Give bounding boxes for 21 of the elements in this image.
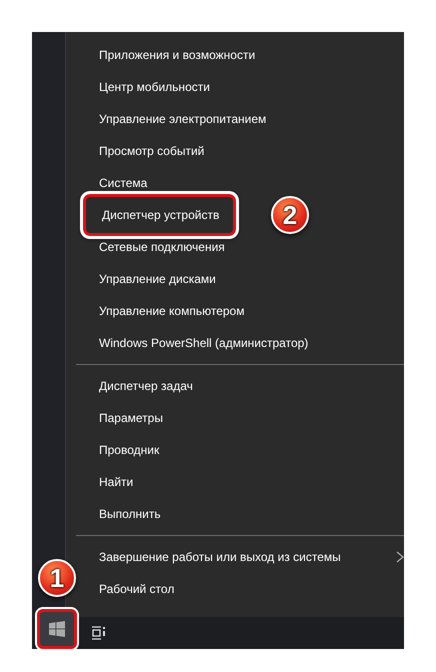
menu-item[interactable]: Диспетчер устройств: [83, 194, 236, 236]
menu-item[interactable]: Завершение работы или выход из системы: [99, 550, 341, 564]
menu-item[interactable]: Рабочий стол: [99, 582, 174, 596]
menu-item[interactable]: Просмотр событий: [99, 144, 204, 158]
menu-item[interactable]: Параметры: [99, 411, 163, 425]
menu-item[interactable]: Проводник: [99, 443, 160, 457]
menu-item[interactable]: Центр мобильности: [99, 80, 210, 94]
menu-item[interactable]: Сетевые подключения: [99, 240, 225, 254]
menu-item[interactable]: Управление электропитанием: [99, 112, 266, 126]
windows-icon: [49, 621, 65, 637]
menu-item[interactable]: Система: [99, 176, 148, 190]
step-badge: 2: [271, 196, 309, 234]
menu-item[interactable]: Windows PowerShell (администратор): [99, 336, 308, 350]
menu-item[interactable]: Выполнить: [99, 507, 161, 521]
menu-item[interactable]: Управление дисками: [99, 272, 216, 286]
menu-item[interactable]: Управление компьютером: [99, 304, 244, 318]
menu-item[interactable]: Найти: [99, 475, 134, 489]
start-button[interactable]: [37, 609, 77, 649]
menu-item[interactable]: Приложения и возможности: [99, 48, 256, 62]
menu-item[interactable]: Диспетчер задач: [99, 379, 193, 393]
task-view-icon[interactable]: [91, 626, 106, 640]
